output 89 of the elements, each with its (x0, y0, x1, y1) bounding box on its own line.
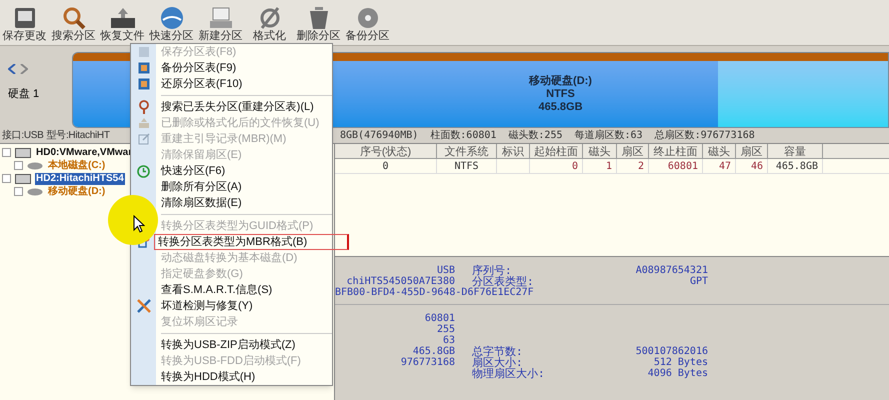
table-cell: NTFS (437, 159, 497, 173)
toolbar-button[interactable]: 保存更改 (0, 6, 49, 43)
toolbar-button[interactable]: 格式化 (245, 6, 294, 43)
detail-value: GPT (690, 276, 708, 287)
detail-value: A08987654321 (636, 265, 708, 276)
toolbar-button[interactable]: 新建分区 (196, 6, 245, 43)
table-cell: 465.8GB (768, 159, 823, 173)
tree-item[interactable]: 移动硬盘(D:) (47, 186, 106, 198)
magnifier-icon (138, 100, 150, 114)
table-icon (138, 62, 150, 74)
clock-icon (137, 164, 150, 178)
detail-label: 物理扇区大小: (472, 368, 545, 379)
detail-value: 4096 Bytes (648, 368, 708, 379)
disk-info-text: 型号:HitachiHT (46, 128, 110, 143)
column-header[interactable]: 容量 (768, 144, 823, 158)
partition-icon (27, 188, 43, 196)
table-cell: 47 (703, 159, 736, 173)
detail-label: 总字节数: (472, 346, 523, 357)
disk-info-text: 磁头数:255 (508, 128, 562, 143)
detail-value: 512 Bytes (654, 357, 708, 368)
detail-value: 500107862016 (636, 346, 708, 357)
detail-value: BFB00-BFD4-455D-9648-D6F76E1EC27F (335, 287, 535, 298)
empty-set-icon (258, 6, 282, 30)
table-cell: 60801 (649, 159, 703, 173)
column-header[interactable]: 标识 (497, 144, 530, 158)
toolbar-button[interactable]: 删除分区 (294, 6, 343, 43)
disk-info-text: 接口:USB (2, 128, 44, 143)
table-cell: 46 (736, 159, 768, 173)
menu-item[interactable]: 转换分区表类型为MBR格式(B) (154, 234, 350, 250)
tree-item[interactable]: HD0:VMware,VMwar (35, 146, 134, 158)
toolbar-button[interactable]: 快速分区 (147, 6, 196, 43)
toolbar-button[interactable]: 搜索分区 (49, 6, 98, 43)
document-edit-icon (138, 133, 150, 145)
tools-icon (136, 299, 150, 313)
detail-value: USB (436, 265, 455, 276)
column-header[interactable]: 扇区 (617, 144, 649, 158)
menu-item[interactable]: 搜索已丢失分区(重建分区表)(L) (156, 100, 314, 114)
partition-icon (27, 162, 43, 170)
disk-label: 硬盘 1 (8, 87, 40, 102)
table-cell: 0 (335, 159, 437, 173)
column-header[interactable]: 起始柱面 (530, 144, 583, 158)
disk-info-text: 每道扇区数:63 (574, 128, 643, 143)
menu-item[interactable]: 备份分区表(F9) (156, 61, 236, 75)
toolbar-button[interactable]: 恢复文件 (98, 6, 147, 43)
menu-item[interactable]: 转换为USB-ZIP启动模式(Z) (156, 338, 296, 352)
table-icon (138, 78, 150, 90)
disk-info-text: 柱面数:60801 (430, 128, 496, 143)
column-header[interactable]: 磁头 (583, 144, 617, 158)
table-cell: 2 (617, 159, 649, 173)
drive-icon (208, 6, 232, 30)
table-cell: 0 (530, 159, 583, 173)
menu-item[interactable]: 坏道检测与修复(Y) (156, 299, 253, 313)
partition-filesystem: NTFS (546, 88, 575, 100)
drive-upload-icon (110, 6, 136, 30)
column-header[interactable]: 文件系统 (437, 144, 497, 158)
cursor-icon (133, 215, 145, 233)
partition-name: 移动硬盘(D:) (529, 74, 592, 88)
menu-item[interactable]: 还原分区表(F10) (156, 77, 242, 91)
detail-value: 63 (442, 335, 455, 346)
detail-value: 60801 (424, 313, 455, 324)
floppy-icon (138, 46, 150, 58)
detail-label: 分区表类型: (472, 276, 534, 287)
tree-item[interactable]: HD2:HitachiHTS54 (35, 172, 125, 184)
column-header[interactable]: 序号(状态) (335, 144, 437, 158)
menu-item[interactable]: 清除扇区数据(E) (156, 196, 242, 210)
drive-icon (138, 117, 150, 129)
globe-icon (160, 6, 184, 30)
menu-item[interactable]: 删除所有分区(A) (156, 180, 242, 194)
detail-value: 255 (436, 324, 455, 335)
disc-icon (356, 6, 380, 30)
menu-item[interactable]: 转换为HDD模式(H) (156, 370, 256, 384)
detail-label: 序列号: (472, 265, 512, 276)
detail-label: 扇区大小: (472, 357, 523, 368)
disk-info-text: 8GB(476940MB) (340, 129, 418, 143)
tree-item[interactable]: 本地磁盘(C:) (47, 160, 106, 172)
disk-save-icon (12, 6, 36, 30)
detail-value: 976773168 (400, 357, 455, 368)
table-cell: 1 (583, 159, 617, 173)
search-icon (62, 6, 86, 30)
column-header[interactable]: 终止柱面 (649, 144, 703, 158)
toolbar-button[interactable]: 备份分区 (343, 6, 392, 43)
disk-info-text: 总扇区数:976773168 (654, 128, 755, 143)
menu-item[interactable]: 快速分区(F6) (156, 164, 226, 178)
menu-item[interactable]: 查看S.M.A.R.T.信息(S) (156, 283, 272, 297)
column-header[interactable]: 扇区 (736, 144, 768, 158)
detail-value: 465.8GB (412, 346, 455, 357)
column-header[interactable]: 磁头 (703, 144, 736, 158)
detail-value: chiHTS545050A7E380 (346, 276, 455, 287)
partition-size: 465.8GB (538, 100, 583, 114)
